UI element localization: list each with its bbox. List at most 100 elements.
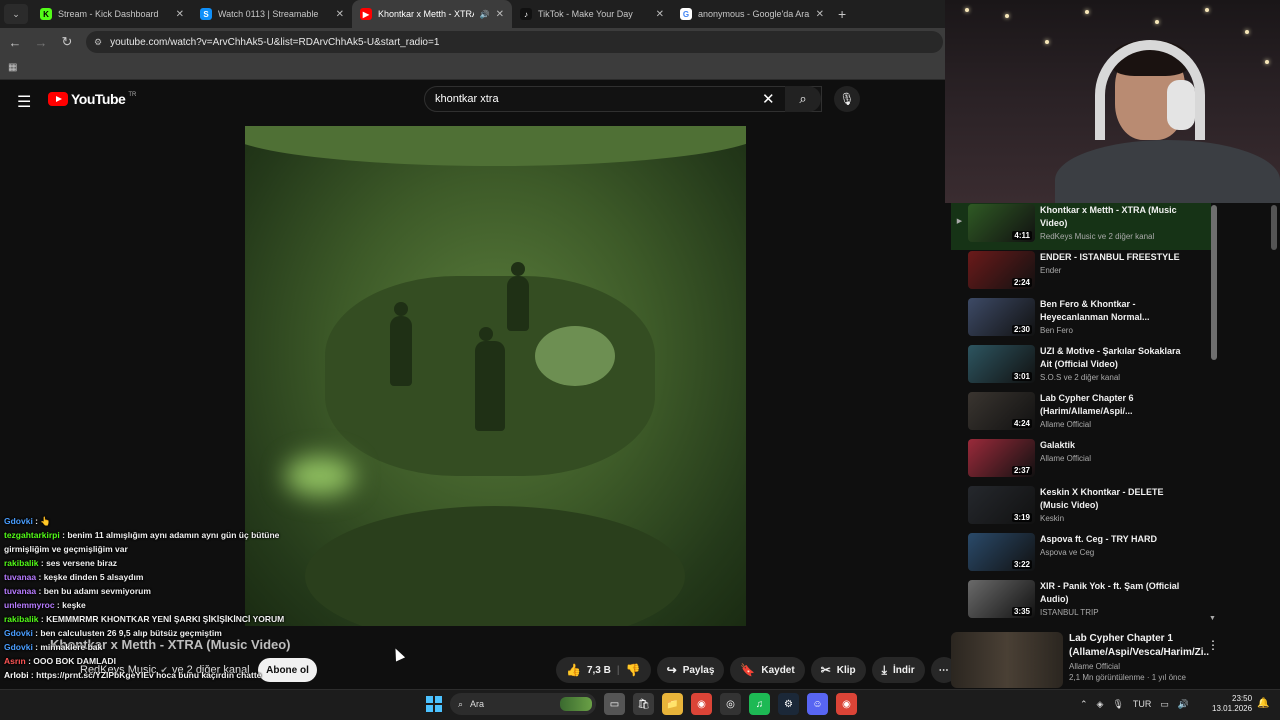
tab-4[interactable]: Ganonymous - Google'da Ara ✕ (672, 0, 832, 28)
playlist-item[interactable]: ▶ 4:11 Khontkar x Metth - XTRA (Music Vide… (951, 203, 1211, 250)
chat-username[interactable]: rakibalik (4, 558, 39, 568)
language-indicator[interactable]: TUR (1133, 699, 1152, 709)
store-icon[interactable]: 🛍 (633, 693, 654, 715)
video-thumbnail[interactable]: 4:24 (968, 392, 1035, 430)
playlist-title[interactable]: UZI & Motive - Şarkılar Sokaklara Ait (O… (1040, 345, 1190, 371)
volume-icon[interactable]: 🔊 (1178, 699, 1189, 710)
url-field[interactable]: ⚙ youtube.com/watch?v=ArvChhAk5-U&list=R… (86, 31, 943, 53)
forward-icon[interactable]: → (34, 35, 48, 50)
chat-username[interactable]: Gdovki (4, 642, 33, 652)
steam-icon[interactable]: ⚙ (778, 693, 799, 715)
back-icon[interactable]: ← (8, 35, 22, 50)
video-thumbnail[interactable]: 2:24 (968, 251, 1035, 289)
chat-username[interactable]: tezgahtarkirpi (4, 530, 60, 540)
save-button[interactable]: 🔖 Kaydet (730, 657, 805, 683)
chat-username[interactable]: Arlobi (4, 670, 29, 680)
chrome-active-icon[interactable]: ◉ (836, 693, 857, 715)
tab-search-icon[interactable]: ⌄ (4, 4, 28, 24)
playlist-item[interactable]: 2:37 Galaktik Allame Official (951, 438, 1211, 485)
chat-username[interactable]: tuvanaa (4, 572, 36, 582)
chrome-icon[interactable]: ◉ (691, 693, 712, 715)
related-channel[interactable]: Allame Official (1069, 662, 1209, 671)
video-thumbnail[interactable]: 2:30 (968, 298, 1035, 336)
related-video[interactable]: Lab Cypher Chapter 1 (Allame/Aspi/Vesca/… (951, 632, 1221, 688)
kick-icon: K (40, 8, 52, 20)
chat-username[interactable]: Gdovki (4, 516, 33, 526)
page-scrollbar[interactable] (1271, 205, 1277, 250)
wifi-icon[interactable]: ▭ (1160, 699, 1169, 710)
youtube-logo[interactable]: YouTube TR (48, 91, 136, 107)
speaker-icon[interactable]: 🔊 (480, 10, 490, 19)
discord-icon[interactable]: ☺ (807, 693, 828, 715)
chevron-up-icon[interactable]: ⌃ (1080, 699, 1088, 710)
close-tab-icon[interactable]: ✕ (336, 9, 344, 20)
voice-search-button[interactable]: 🎙 (834, 86, 860, 112)
video-thumbnail[interactable]: 3:01 (968, 345, 1035, 383)
site-info-icon[interactable]: ⚙ (94, 37, 102, 48)
taskbar-search[interactable]: ⌕ Ara (450, 693, 596, 715)
obs-icon[interactable]: ◎ (720, 693, 741, 715)
playlist-title[interactable]: Khontkar x Metth - XTRA (Music Video) (1040, 204, 1190, 230)
playlist-item[interactable]: 3:01 UZI & Motive - Şarkılar Sokaklara Ai… (951, 344, 1211, 391)
playlist-title[interactable]: Lab Cypher Chapter 6 (Harim/Allame/Aspi/… (1040, 392, 1190, 418)
playlist-item[interactable]: 4:24 Lab Cypher Chapter 6 (Harim/Allame/A… (951, 391, 1211, 438)
spotify-icon[interactable]: ♫ (749, 693, 770, 715)
new-tab-button[interactable]: + (838, 6, 846, 22)
notification-icon[interactable]: 🔔 (1257, 698, 1269, 709)
search-button[interactable]: ⌕ (785, 86, 821, 112)
chat-username[interactable]: Gdovki (4, 628, 33, 638)
playlist-title[interactable]: Ben Fero & Khontkar - Heyecanlanman Norm… (1040, 298, 1190, 324)
bookmark-icon: 🔖 (740, 663, 756, 677)
clock[interactable]: 23:50 13.01.2026 (1212, 694, 1252, 714)
playlist-title[interactable]: Aspova ft. Ceg - TRY HARD (1040, 533, 1190, 546)
clear-search-icon[interactable]: ✕ (762, 90, 775, 108)
close-tab-icon[interactable]: ✕ (176, 9, 184, 20)
thumbs-down-icon[interactable]: 👎 (626, 663, 641, 677)
video-thumbnail[interactable]: 3:35 (968, 580, 1035, 618)
mic-tray-icon[interactable]: 🎙 (1112, 699, 1123, 710)
video-thumbnail[interactable]: 4:11 (968, 204, 1035, 242)
playlist-item[interactable]: 3:19 Keskin X Khontkar - DELETE (Music Vi… (951, 485, 1211, 532)
playlist-title[interactable]: ENDER - ISTANBUL FREESTYLE (1040, 251, 1190, 264)
tab-3[interactable]: ♪ TikTok - Make Your Day ✕ (512, 0, 672, 28)
close-tab-icon[interactable]: ✕ (496, 9, 504, 20)
playlist-item[interactable]: 3:35 XIR - Panik Yok - ft. Şam (Official … (951, 579, 1211, 626)
playlist-item[interactable]: 2:30 Ben Fero & Khontkar - Heyecanlanman … (951, 297, 1211, 344)
chat-username[interactable]: rakibalik (4, 614, 39, 624)
tab-2[interactable]: ▶ Khontkar x Metth - XTRA (M 🔊 ✕ (352, 0, 512, 28)
download-button[interactable]: ⤓ İndir (871, 657, 925, 683)
playlist-item[interactable]: 2:24 ENDER - ISTANBUL FREESTYLE Ender (951, 250, 1211, 297)
playlist-item[interactable]: Lab Cypher Chapter 5 (951, 626, 1211, 627)
reload-icon[interactable]: ↻ (60, 34, 74, 50)
apps-grid-icon[interactable]: ▦ (8, 62, 17, 73)
menu-icon[interactable]: ☰ (17, 92, 31, 112)
chat-username[interactable]: tuvanaa (4, 586, 36, 596)
webcam-overlay (945, 0, 1280, 203)
folder-icon[interactable]: 📁 (662, 693, 683, 715)
video-thumbnail[interactable]: 3:19 (968, 486, 1035, 524)
chat-username[interactable]: unlemmyroc (4, 600, 55, 610)
tab-1[interactable]: S Watch 0113 | Streamable ✕ (192, 0, 352, 28)
playlist-scrollbar[interactable] (1211, 205, 1217, 360)
scroll-down-icon[interactable]: ▼ (1209, 615, 1216, 622)
windows-start-icon[interactable] (426, 696, 442, 712)
related-title[interactable]: Lab Cypher Chapter 1 (Allame/Aspi/Vesca/… (1069, 632, 1209, 660)
kebab-menu-icon[interactable]: ⋮ (1207, 638, 1219, 652)
video-player[interactable] (245, 126, 746, 626)
video-thumbnail[interactable]: 3:22 (968, 533, 1035, 571)
close-tab-icon[interactable]: ✕ (816, 9, 824, 20)
video-thumbnail[interactable]: 2:37 (968, 439, 1035, 477)
share-button[interactable]: ↪ Paylaş (656, 657, 725, 683)
chat-username[interactable]: Asrın (4, 656, 26, 666)
file-explorer-icon[interactable]: ▭ (604, 693, 625, 715)
network-icon[interactable]: ◈ (1097, 699, 1104, 710)
playlist-title[interactable]: Keskin X Khontkar - DELETE (Music Video) (1040, 486, 1190, 512)
related-thumbnail[interactable] (951, 632, 1063, 688)
like-button[interactable]: 👍 7,3 B | 👎 (556, 657, 651, 683)
playlist-title[interactable]: Galaktik (1040, 439, 1190, 452)
close-tab-icon[interactable]: ✕ (656, 9, 664, 20)
playlist-item[interactable]: 3:22 Aspova ft. Ceg - TRY HARD Aspova ve C… (951, 532, 1211, 579)
clip-button[interactable]: ✂ Klip (810, 657, 866, 683)
tab-0[interactable]: K Stream - Kick Dashboard ✕ (32, 0, 192, 28)
playlist-title[interactable]: XIR - Panik Yok - ft. Şam (Official Audi… (1040, 580, 1190, 606)
